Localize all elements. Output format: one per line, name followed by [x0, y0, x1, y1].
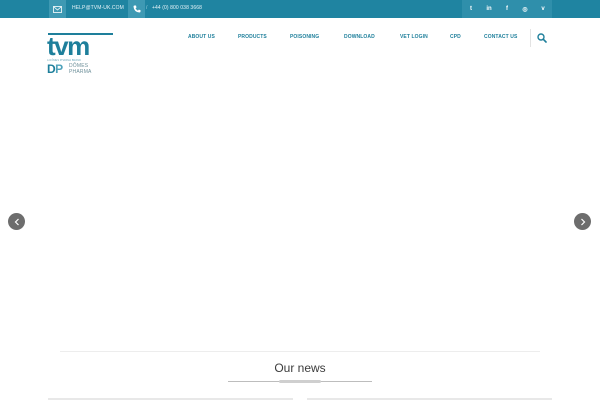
linkedin-glyph: in — [486, 6, 492, 12]
envelope-icon — [53, 5, 62, 13]
linkedin-icon[interactable]: in — [480, 0, 498, 18]
search-button[interactable] — [536, 32, 548, 44]
instagram-icon[interactable]: ◎ — [516, 0, 534, 18]
phone-handset-icon — [133, 5, 140, 13]
nav-products[interactable]: PRODUCTS — [238, 34, 267, 40]
vimeo-icon[interactable]: v — [534, 0, 552, 18]
logo-dp-p: P — [55, 62, 63, 76]
email-icon[interactable] — [49, 0, 66, 18]
logo-dp-text: DÔMES PHARMA — [69, 63, 92, 75]
logo-dp-line2: PHARMA — [69, 68, 92, 75]
chevron-left-icon — [14, 218, 19, 225]
hero-slider — [0, 86, 600, 352]
chevron-right-icon — [580, 218, 585, 225]
nav-cpd[interactable]: CPD — [450, 34, 461, 40]
news-heading: Our news — [274, 361, 326, 375]
email-link[interactable]: HELP@TVM-UK.COM — [72, 5, 124, 11]
slider-bottom-divider — [60, 351, 540, 352]
top-bar: HELP@TVM-UK.COM / +44 (0) 800 038 3668 t… — [0, 0, 600, 18]
vimeo-glyph: v — [541, 6, 545, 12]
facebook-glyph: f — [506, 6, 508, 12]
phone-link[interactable]: +44 (0) 800 038 3668 — [152, 5, 202, 11]
slider-prev-button[interactable] — [8, 213, 25, 230]
site-logo[interactable]: tvm A DÔMES PHARMA BRAND DP DÔMES PHARMA — [47, 33, 113, 79]
logo-dp-mark: DP — [47, 63, 63, 75]
nav-contact-us[interactable]: CONTACT US — [484, 34, 517, 40]
slider-next-button[interactable] — [574, 213, 591, 230]
nav-poisoning[interactable]: POISONING — [290, 34, 319, 40]
twitter-glyph: t — [470, 6, 472, 12]
logo-dp-d: D — [47, 62, 56, 76]
phone-icon[interactable] — [128, 0, 145, 18]
phone-separator: / — [146, 5, 148, 11]
facebook-icon[interactable]: f — [498, 0, 516, 18]
news-heading-accent — [279, 380, 321, 383]
twitter-icon[interactable]: t — [462, 0, 480, 18]
instagram-glyph: ◎ — [522, 6, 528, 13]
nav-about-us[interactable]: ABOUT US — [188, 34, 215, 40]
logo-wordmark: tvm — [47, 31, 90, 61]
nav-download[interactable]: DOWNLOAD — [344, 34, 375, 40]
search-icon — [537, 33, 547, 43]
nav-divider — [530, 29, 531, 47]
nav-vet-login[interactable]: VET LOGIN — [400, 34, 428, 40]
